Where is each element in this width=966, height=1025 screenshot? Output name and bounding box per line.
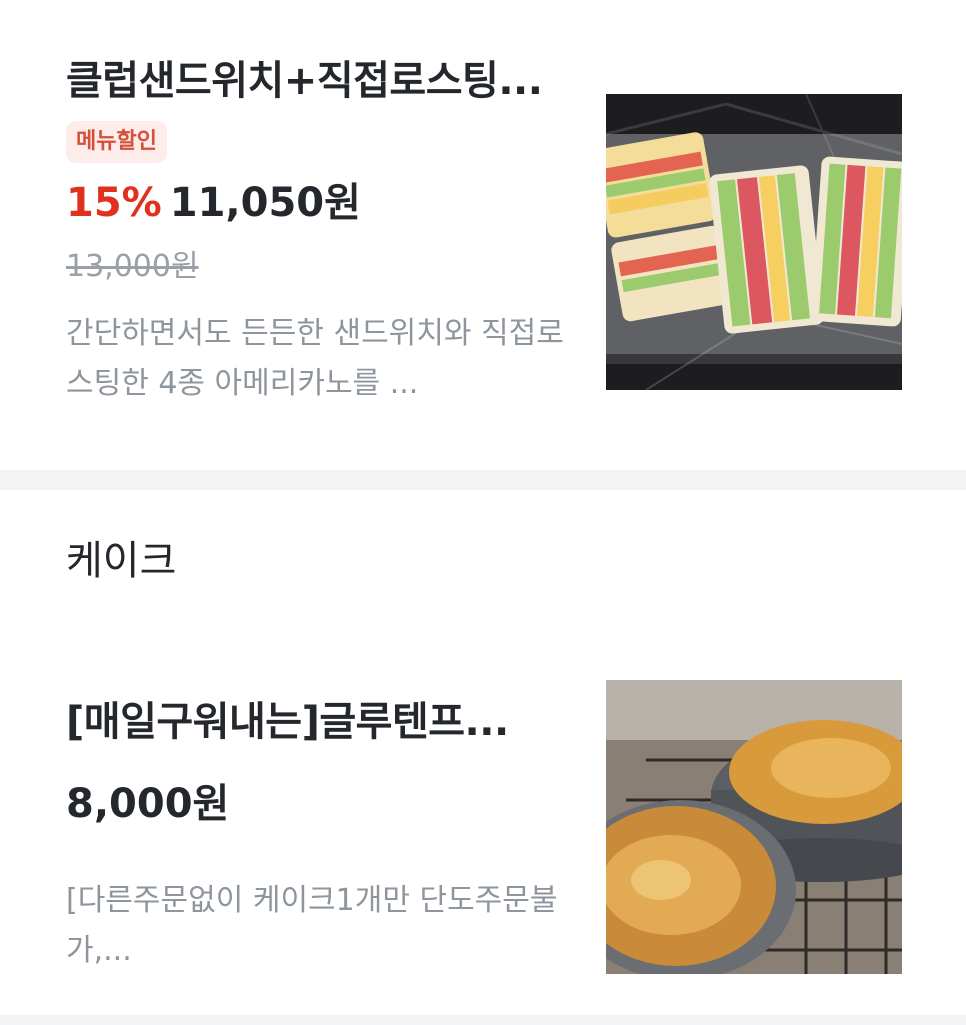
menu-item-description: 간단하면서도 든든한 샌드위치와 직접로스팅한 4종 아메리카노를 ... (66, 316, 564, 401)
menu-list-page: 클럽샌드위치+직접로스팅... 메뉴할인 15% 11,050원 13,000원 … (0, 0, 966, 1025)
menu-item-cake[interactable]: [매일구워내는]글루텐프... 8,000원 [다른주문없이 케이크1개만 단도… (0, 640, 966, 1010)
price-row: 8,000원 (66, 776, 586, 840)
section-divider (0, 470, 966, 490)
discount-rate: 15% (66, 180, 162, 226)
sale-price: 11,050원 (169, 180, 361, 226)
sale-price: 8,000원 (66, 781, 230, 827)
price-row: 15% 11,050원 (66, 175, 586, 239)
menu-item-title: [매일구워내는]글루텐프... (66, 699, 509, 745)
menu-item-sandwich[interactable]: 클럽샌드위치+직접로스팅... 메뉴할인 15% 11,050원 13,000원 … (0, 0, 966, 470)
section-title-cake: 케이크 (66, 538, 177, 584)
menu-item-title: 클럽샌드위치+직접로스팅... (66, 58, 543, 104)
menu-item-description: [다른주문없이 케이크1개만 단도주문불가,... (66, 883, 558, 968)
sandwich-photo (606, 94, 902, 390)
original-price: 13,000원 (66, 249, 199, 284)
bottom-divider (0, 1015, 966, 1025)
cake-photo (606, 680, 902, 974)
discount-badge: 메뉴할인 (66, 121, 167, 163)
menu-item-info: [매일구워내는]글루텐프... 8,000원 [다른주문없이 케이크1개만 단도… (66, 698, 586, 976)
menu-item-info: 클럽샌드위치+직접로스팅... 메뉴할인 15% 11,050원 13,000원 … (66, 57, 586, 409)
